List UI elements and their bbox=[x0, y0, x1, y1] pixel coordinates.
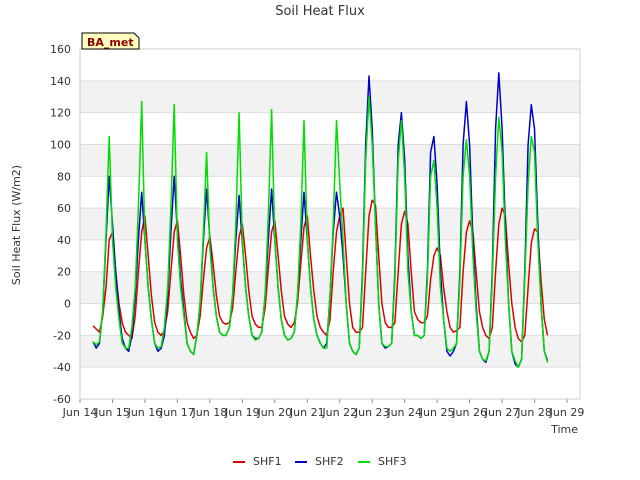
y-axis-label: Soil Heat Flux (W/m2) bbox=[10, 165, 23, 285]
x-tick-label: Jun 14 bbox=[62, 406, 98, 419]
x-tick-labels: Jun 14Jun 15Jun 16Jun 17Jun 18Jun 19Jun … bbox=[62, 399, 585, 419]
y-tick-label: 0 bbox=[64, 298, 71, 311]
x-tick-label: Jun 25 bbox=[419, 406, 455, 419]
x-tick-label: Jun 17 bbox=[159, 406, 195, 419]
y-tick-label: 120 bbox=[50, 107, 71, 120]
x-tick-label: Jun 23 bbox=[354, 406, 390, 419]
y-tick-label: 100 bbox=[50, 138, 71, 151]
legend-label: SHF2 bbox=[315, 455, 344, 468]
y-tick-labels: -60 -40 -20 0 20 40 60 80 100 120 140 160 bbox=[50, 43, 71, 406]
y-tick-label: 20 bbox=[57, 266, 71, 279]
soil-heat-flux-chart: -60-40-20020406080100120140160 Jun 14Jun… bbox=[10, 4, 585, 468]
x-tick-label: Jun 22 bbox=[321, 406, 357, 419]
legend-item-shf3: SHF3 bbox=[358, 455, 407, 468]
y-tick-label: 40 bbox=[57, 234, 71, 247]
x-tick-label: Jun 20 bbox=[256, 406, 292, 419]
plot-band bbox=[80, 144, 580, 177]
y-tick-label: 140 bbox=[50, 75, 71, 88]
x-tick-label: Jun 26 bbox=[451, 406, 487, 419]
legend-item-shf2: SHF2 bbox=[295, 455, 344, 468]
site-badge-text: BA_met bbox=[87, 36, 134, 49]
x-tick-label: Jun 27 bbox=[484, 406, 520, 419]
site-badge: BA_met bbox=[81, 32, 140, 50]
y-tick-label: 60 bbox=[57, 202, 71, 215]
y-tick-label: -40 bbox=[53, 361, 71, 374]
legend: SHF1 SHF2 SHF3 bbox=[233, 455, 407, 468]
y-tick-label: -60 bbox=[53, 393, 71, 406]
y-tick-label: -20 bbox=[53, 329, 71, 342]
plot-band bbox=[80, 80, 580, 113]
legend-item-shf1: SHF1 bbox=[233, 455, 282, 468]
x-tick-label: Jun 18 bbox=[192, 406, 228, 419]
x-tick-label: Jun 15 bbox=[94, 406, 130, 419]
y-tick-label: 80 bbox=[57, 170, 71, 183]
legend-label: SHF3 bbox=[378, 455, 407, 468]
x-tick-label: Jun 24 bbox=[386, 406, 422, 419]
y-tick-label: 160 bbox=[50, 43, 71, 56]
x-tick-label: Jun 16 bbox=[127, 406, 163, 419]
x-tick-label: Jun 28 bbox=[516, 406, 552, 419]
x-tick-label: Jun 29 bbox=[549, 406, 585, 419]
x-axis-label: Time bbox=[550, 423, 578, 436]
x-tick-label: Jun 21 bbox=[289, 406, 325, 419]
x-tick-label: Jun 19 bbox=[224, 406, 260, 419]
chart-title: Soil Heat Flux bbox=[275, 4, 365, 19]
legend-label: SHF1 bbox=[253, 455, 282, 468]
